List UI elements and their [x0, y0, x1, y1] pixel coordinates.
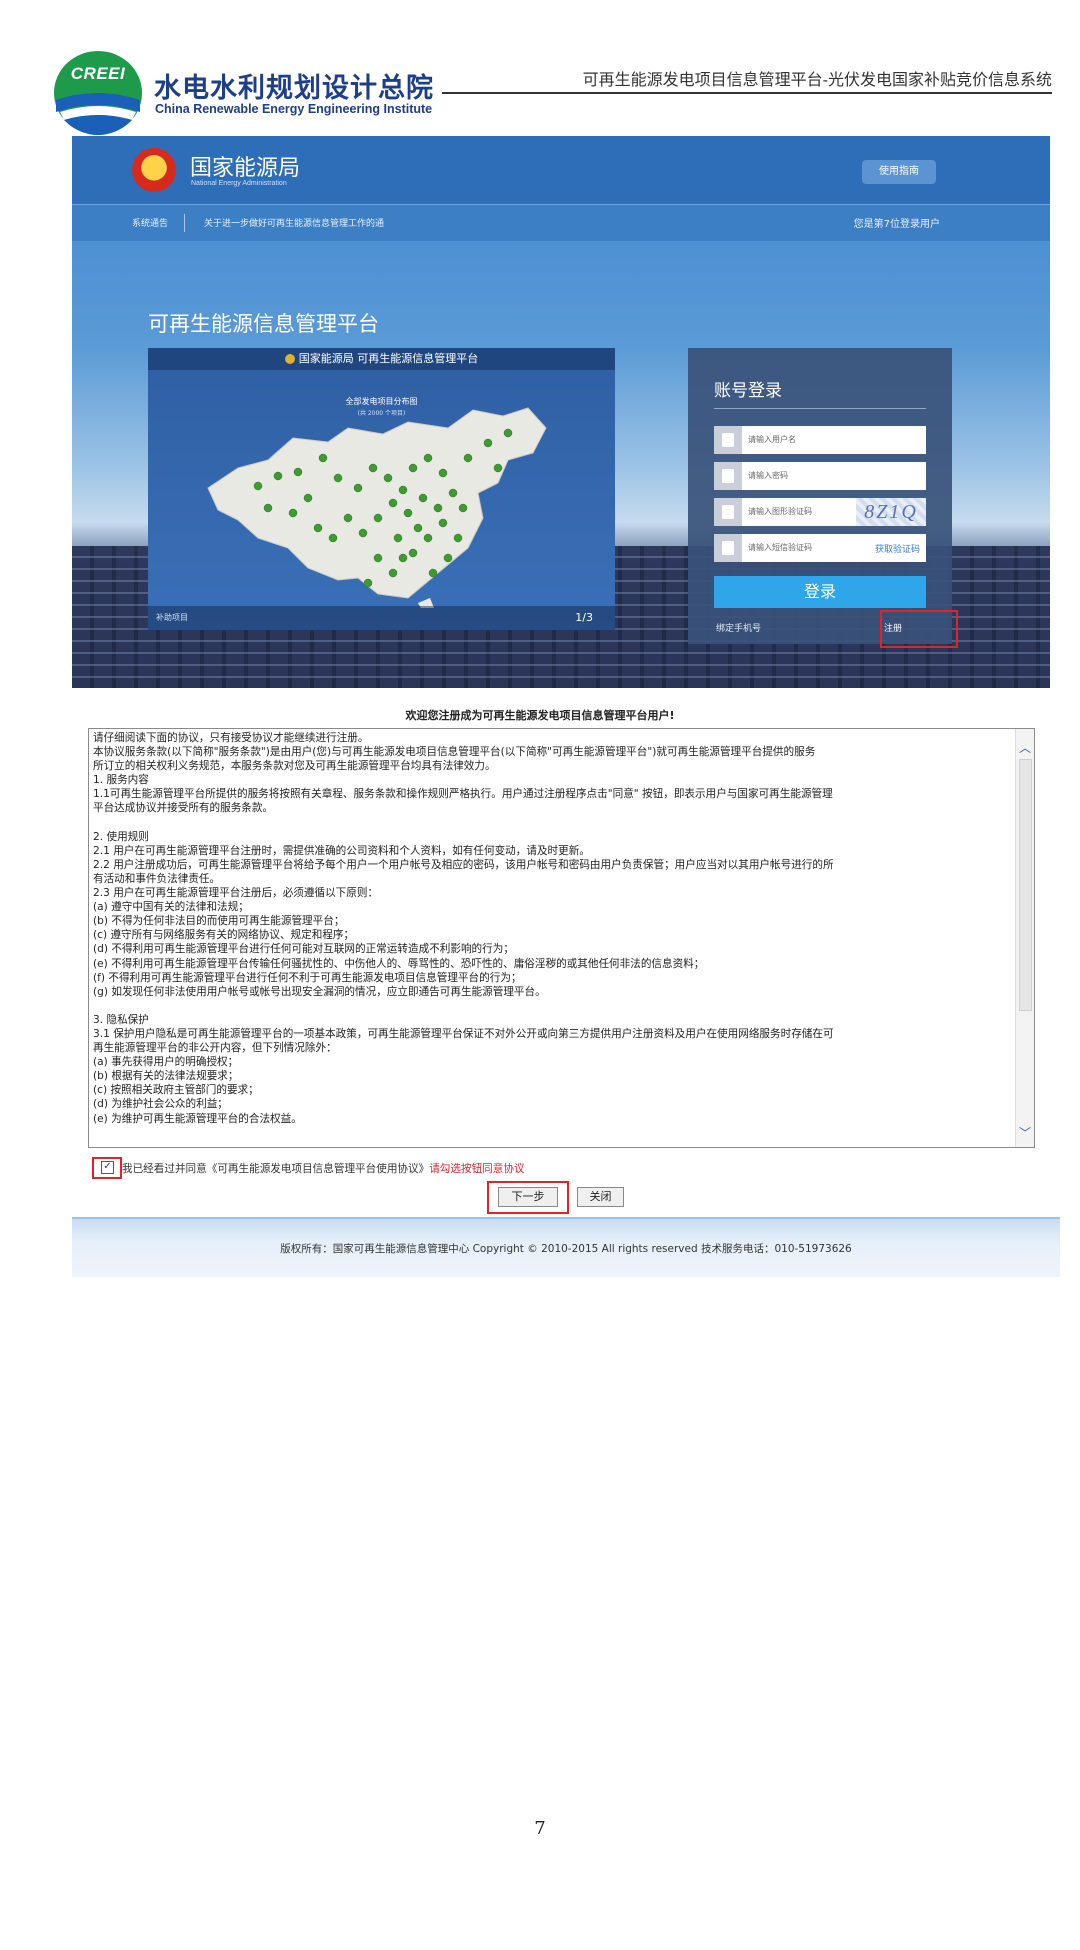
agreement-line: (d) 为维护社会公众的利益；	[93, 1098, 228, 1111]
login-panel: 账号登录 请输入用户名 请输入密码 请输入图形验证码 8Z1Q 请输入短信验证码…	[688, 348, 952, 644]
username-input[interactable]: 请输入用户名	[714, 426, 926, 454]
agreement-line: (b) 不得为任何非法目的而使用可再生能源管理平台；	[93, 915, 345, 928]
username-placeholder: 请输入用户名	[748, 435, 796, 444]
emblem-mini-icon	[284, 354, 295, 364]
chevron-down-icon[interactable]: ﹀	[1019, 1124, 1031, 1141]
next-step-button[interactable]: 下一步	[498, 1187, 558, 1207]
user-icon	[714, 426, 742, 454]
agreement-line: 请仔细阅读下面的协议，只有接受协议才能继续进行注册。	[93, 732, 369, 744]
agreement-line: 2.1 用户在可再生能源管理平台注册时，需提供准确的公司资料和个人资料，如有任何…	[93, 844, 590, 857]
agency-name-english: National Energy Administration	[191, 180, 287, 187]
login-button[interactable]: 登录	[714, 576, 926, 608]
notice-separator	[184, 214, 185, 232]
notice-link[interactable]: 关于进一步做好可再生能源信息管理工作的通	[204, 216, 384, 229]
footer-copyright: 版权所有：国家可再生能源信息管理中心 Copyright © 2010-2015…	[280, 1243, 852, 1255]
agreement-line	[93, 999, 1013, 1013]
map-footer: 补助项目 1/3	[148, 606, 615, 630]
register-highlight-box	[880, 610, 958, 648]
agreement-textarea[interactable]: 请仔细阅读下面的协议，只有接受协议才能继续进行注册。本协议服务条款(以下简称"服…	[88, 728, 1035, 1148]
captcha-input[interactable]: 请输入图形验证码 8Z1Q	[714, 498, 926, 526]
captcha-image[interactable]: 8Z1Q	[856, 498, 926, 526]
org-name-chinese: 水电水利规划设计总院	[154, 73, 434, 104]
login-separator	[714, 408, 926, 409]
agree-checkbox[interactable]: ✓	[101, 1161, 114, 1174]
agreement-line: (d) 不得利用可再生能源管理平台进行任何可能对互联网的正常运转造成不利影响的行…	[93, 943, 514, 956]
phone-icon	[714, 534, 742, 562]
lock-icon	[714, 462, 742, 490]
national-emblem-icon	[132, 148, 176, 192]
captcha-placeholder: 请输入图形验证码	[748, 507, 812, 516]
agree-label-text: 我已经看过并同意《可再生能源发电项目信息管理平台使用协议》	[122, 1163, 430, 1175]
agency-name: 国家能源局	[190, 156, 301, 181]
close-button[interactable]: 关闭	[577, 1187, 624, 1207]
agreement-line: (c) 按照相关政府主管部门的要求；	[93, 1084, 259, 1097]
agreement-text: 请仔细阅读下面的协议，只有接受协议才能继续进行注册。本协议服务条款(以下简称"服…	[93, 731, 1013, 1126]
bind-phone-link[interactable]: 绑定手机号	[716, 621, 761, 634]
map-panel-header-text: 国家能源局 可再生能源信息管理平台	[298, 352, 479, 365]
agreement-line: 2.2 用户注册成功后，可再生能源管理平台将给予每个用户一个用户帐号及相应的密码…	[93, 858, 834, 871]
agreement-line: (g) 如发现任何非法使用用户帐号或帐号出现安全漏洞的情况，应立即通告可再生能源…	[93, 985, 546, 998]
agreement-line: (a) 事先获得用户的明确授权；	[93, 1056, 239, 1069]
notice-label: 系统通告	[132, 219, 169, 229]
sms-code-input[interactable]: 请输入短信验证码 获取验证码	[714, 534, 926, 562]
agree-row: ✓ 我已经看过并同意《可再生能源发电项目信息管理平台使用协议》请勾选按钮同意协议	[92, 1157, 1032, 1179]
platform-title: 可再生能源信息管理平台	[148, 312, 379, 336]
agreement-line: 3.1 保护用户隐私是可再生能源管理平台的一项基本政策，可再生能源管理平台保证不…	[93, 1027, 834, 1040]
agreement-line: 2.3 用户在可再生能源管理平台注册后，必须遵循以下原则：	[93, 887, 379, 900]
portal-top-bar: 国家能源局 National Energy Administration 使用指…	[72, 136, 1050, 204]
portal-footer: 版权所有：国家可再生能源信息管理中心 Copyright © 2010-2015…	[72, 1217, 1060, 1277]
agreement-line: 平台达成协议并接受所有的服务条款。	[93, 802, 274, 815]
document-title: 可再生能源发电项目信息管理平台-光伏发电国家补贴竞价信息系统	[582, 70, 1052, 89]
login-title: 账号登录	[714, 381, 782, 401]
login-count: 您是第7位登录用户	[853, 219, 940, 230]
agreement-line: (e) 不得利用可再生能源管理平台传输任何骚扰性的、中伤他人的、辱骂性的、恐吓性…	[93, 957, 705, 970]
map-pager[interactable]: 1/3	[575, 611, 593, 624]
agreement-line: 1.1可再生能源管理平台所提供的服务将按照有关章程、服务条款和操作规则严格执行。…	[93, 788, 833, 801]
agreement-line: 本协议服务条款(以下简称"服务条款")是由用户(您)与可再生能源发电项目信息管理…	[93, 746, 816, 759]
org-name-english: China Renewable Energy Engineering Insti…	[155, 102, 433, 116]
agree-label: 我已经看过并同意《可再生能源发电项目信息管理平台使用协议》请勾选按钮同意协议	[122, 1161, 525, 1176]
logo-wordmark: CREEI	[70, 64, 126, 83]
agreement-line: 3. 隐私保护	[93, 1013, 149, 1026]
page-number: 7	[534, 1818, 546, 1839]
password-placeholder: 请输入密码	[748, 471, 788, 480]
agreement-scrollbar[interactable]: ︿ ﹀	[1015, 729, 1034, 1147]
agreement-line: 再生能源管理平台的非公开内容，但下列情况除外：	[93, 1042, 337, 1055]
agree-warning: 请勾选按钮同意协议	[429, 1163, 525, 1175]
notice-bar: 系统通告 关于进一步做好可再生能源信息管理工作的通 您是第7位登录用户	[72, 204, 1050, 241]
sms-code-placeholder: 请输入短信验证码	[748, 543, 812, 552]
welcome-title: 欢迎您注册成为可再生能源发电项目信息管理平台用户!	[405, 709, 675, 722]
agreement-line: 有活动和事件负法律责任。	[93, 872, 221, 885]
document-header: CREEI 水电水利规划设计总院 China Renewable Energy …	[52, 50, 1052, 140]
shield-icon	[714, 498, 742, 526]
project-map-panel[interactable]: 国家能源局 可再生能源信息管理平台 全部发电项目分布图 (共 2000 个项目)	[148, 348, 615, 630]
password-input[interactable]: 请输入密码	[714, 462, 926, 490]
user-guide-button[interactable]: 使用指南	[862, 160, 936, 184]
portal-screenshot: 国家能源局 National Energy Administration 使用指…	[72, 136, 1050, 688]
agreement-line	[93, 816, 1013, 830]
agreement-line: (f) 不得利用可再生能源管理平台进行任何不利于可再生能源发电项目信息管理平台的…	[93, 971, 522, 984]
agreement-line: (a) 遵守中国有关的法律和法规；	[93, 901, 249, 914]
agreement-line: 2. 使用规则	[93, 830, 149, 843]
map-footer-label: 补助项目	[156, 613, 188, 622]
china-map-icon	[207, 407, 547, 608]
agreement-line: (b) 根据有关的法律法规要求；	[93, 1070, 239, 1083]
chevron-up-icon[interactable]: ︿	[1019, 739, 1031, 756]
agreement-line: (e) 为维护可再生能源管理平台的合法权益。	[93, 1112, 302, 1125]
header-rule	[442, 92, 1052, 94]
map-panel-header: 国家能源局 可再生能源信息管理平台	[148, 348, 615, 370]
agreement-line: (c) 遵守所有与网络服务有关的网络协议、规定和程序；	[93, 929, 355, 942]
get-sms-code-button[interactable]: 获取验证码	[875, 542, 920, 555]
agreement-line: 所订立的相关权利义务规范，本服务条款对您及可再生能源管理平台均具有法律效力。	[93, 760, 496, 773]
scroll-thumb[interactable]	[1019, 759, 1032, 1011]
agreement-line: 1. 服务内容	[93, 774, 149, 787]
creei-logo-icon	[54, 51, 142, 135]
